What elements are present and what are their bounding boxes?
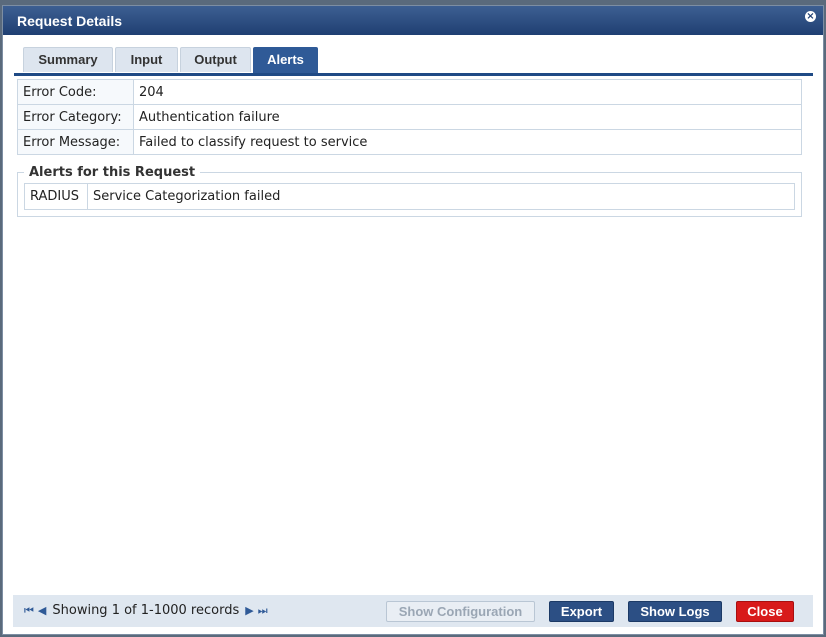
- show-configuration-button[interactable]: Show Configuration: [386, 601, 535, 622]
- error-code-label: Error Code:: [17, 79, 134, 105]
- error-category-value: Authentication failure: [133, 104, 802, 130]
- tab-output[interactable]: Output: [180, 47, 251, 72]
- alert-source: RADIUS: [24, 183, 88, 210]
- pager-status: Showing 1 of 1-1000 records: [52, 603, 240, 618]
- table-row: Error Message: Failed to classify reques…: [17, 129, 802, 155]
- close-icon[interactable]: ×: [805, 11, 816, 22]
- error-code-value: 204: [133, 79, 802, 105]
- error-category-label: Error Category:: [17, 104, 134, 130]
- pager: ⏮ ◀ Showing 1 of 1-1000 records ▶ ⏭: [24, 595, 272, 627]
- alert-message: Service Categorization failed: [87, 183, 795, 210]
- close-button[interactable]: Close: [736, 601, 794, 622]
- tab-summary[interactable]: Summary: [23, 47, 113, 72]
- error-message-label: Error Message:: [17, 129, 134, 155]
- dialog-title: Request Details: [17, 13, 123, 29]
- alerts-table: RADIUS Service Categorization failed: [24, 183, 795, 210]
- alerts-fieldset: Alerts for this Request RADIUS Service C…: [17, 165, 802, 217]
- last-page-icon[interactable]: ⏭: [258, 595, 268, 627]
- error-message-value: Failed to classify request to service: [133, 129, 802, 155]
- dialog-title-bar: Request Details ×: [3, 6, 823, 35]
- table-row: RADIUS Service Categorization failed: [24, 183, 795, 210]
- table-row: Error Code: 204: [17, 79, 802, 105]
- tab-underline: [14, 73, 813, 76]
- table-row: Error Category: Authentication failure: [17, 104, 802, 130]
- show-logs-button[interactable]: Show Logs: [628, 601, 722, 622]
- request-details-dialog: Request Details × Summary Input Output A…: [2, 5, 824, 635]
- tab-alerts[interactable]: Alerts: [253, 47, 318, 73]
- first-page-icon[interactable]: ⏮: [24, 595, 34, 627]
- alerts-legend: Alerts for this Request: [29, 165, 196, 180]
- prev-page-icon[interactable]: ◀: [38, 595, 46, 627]
- next-page-icon[interactable]: ▶: [245, 595, 253, 627]
- alerts-tab-content: Error Code: 204 Error Category: Authenti…: [17, 79, 803, 217]
- tab-input[interactable]: Input: [115, 47, 178, 72]
- export-button[interactable]: Export: [549, 601, 614, 622]
- error-details-table: Error Code: 204 Error Category: Authenti…: [17, 79, 802, 155]
- dialog-footer: ⏮ ◀ Showing 1 of 1-1000 records ▶ ⏭ Show…: [13, 595, 813, 627]
